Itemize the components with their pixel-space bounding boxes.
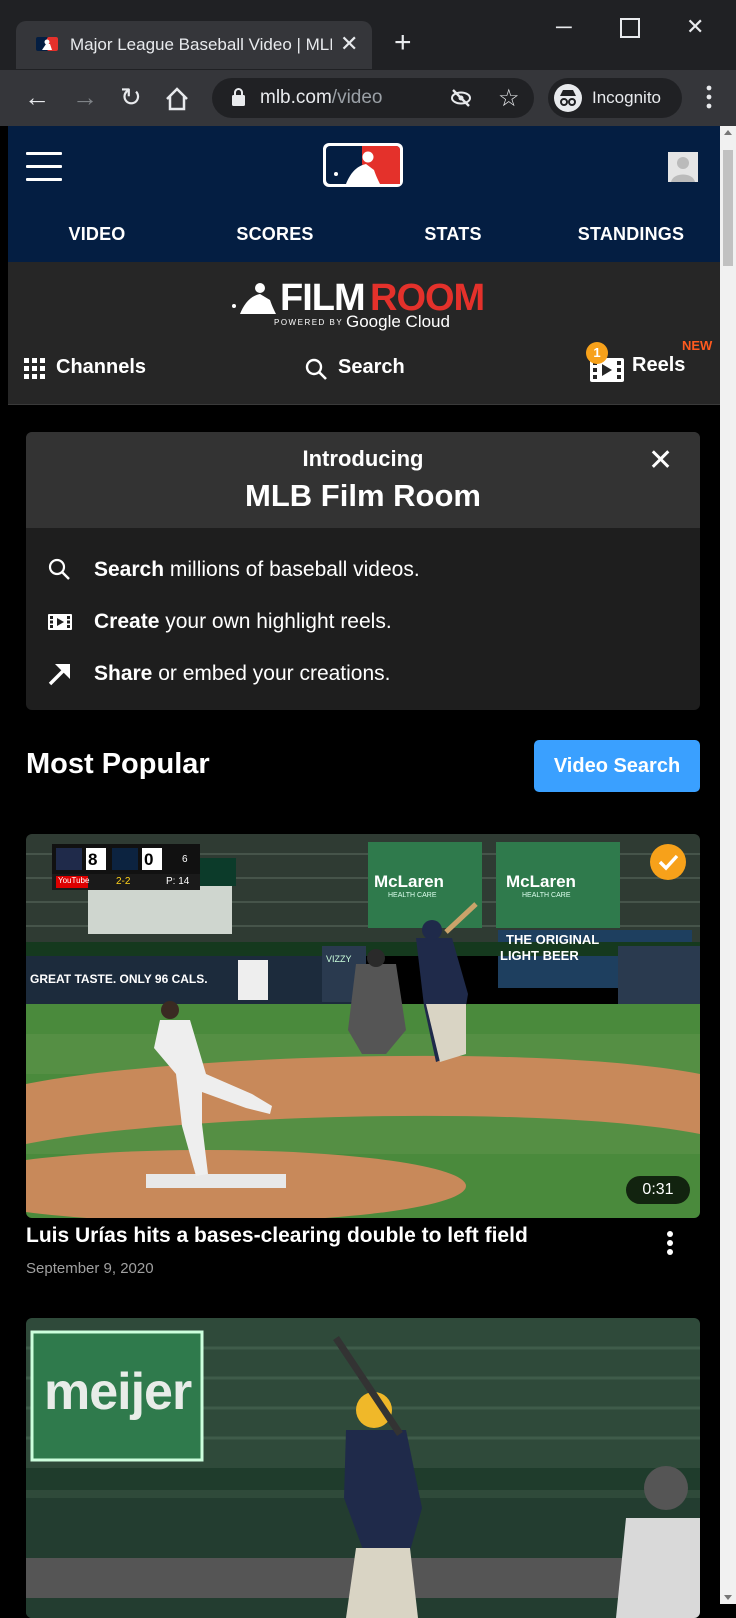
intro-close-icon[interactable]: ✕	[648, 446, 673, 476]
channels-label: Channels	[56, 356, 147, 378]
mlb-header: VIDEO SCORES STATS STANDINGS	[8, 126, 720, 262]
reload-icon[interactable]: ↻	[120, 83, 142, 111]
intro-subtitle: Introducing	[302, 446, 424, 471]
tab-title: Major League Baseball Video | MLB	[70, 35, 332, 54]
film-icon	[48, 614, 72, 630]
feature-create-bold: Create	[94, 610, 160, 633]
back-icon[interactable]: ←	[24, 83, 50, 111]
filmroom-header: FILM ROOM POWERED BY Google Cloud Channe…	[8, 262, 720, 405]
mlb-batter-icon	[232, 283, 276, 314]
filmroom-logo[interactable]: FILM ROOM POWERED BY Google Cloud	[230, 278, 500, 334]
intro-panel: Introducing MLB Film Room ✕ Search milli…	[26, 432, 700, 710]
feature-share-text: or embed your creations.	[152, 662, 391, 685]
reels-count-badge: 1	[586, 342, 608, 364]
video-date: September 9, 2020	[26, 1260, 154, 1277]
original-text: THE ORIGINAL	[506, 932, 600, 947]
scorebug-home-runs: 0	[144, 850, 154, 869]
video-thumbnail-2[interactable]: meijer	[26, 1318, 700, 1618]
browser-toolbar: ← → ↻ mlb.com/video ☆ Incognito	[0, 70, 736, 126]
search-icon	[48, 558, 70, 580]
video-duration: 0:31	[626, 1176, 690, 1204]
mclaren-sign-2: McLaren	[506, 872, 576, 891]
window-close-icon[interactable]: ✕	[686, 14, 704, 40]
incognito-icon	[554, 84, 582, 112]
bookmark-star-icon[interactable]: ☆	[498, 84, 520, 113]
video-thumbnail-image	[26, 834, 700, 1218]
health-care-text-2: HEALTH CARE	[522, 892, 571, 899]
scorebug-network: YouTube	[58, 876, 90, 885]
intro-title: MLB Film Room	[245, 478, 481, 513]
tab-close-icon[interactable]: ✕	[340, 31, 358, 57]
video-search-button[interactable]: Video Search	[534, 740, 700, 792]
intro-header: Introducing MLB Film Room ✕	[26, 432, 700, 528]
share-arrow-icon	[48, 664, 70, 686]
tracking-blocked-icon[interactable]	[450, 87, 472, 109]
scroll-up-icon[interactable]	[724, 130, 732, 135]
reels-label: Reels	[632, 354, 686, 376]
scorebug-inning: 6	[182, 854, 188, 865]
reels-new-badge: NEW	[682, 338, 713, 353]
hamburger-menu-icon[interactable]	[26, 152, 62, 181]
scrollbar-thumb[interactable]	[723, 150, 733, 266]
google-cloud-text: Google Cloud	[346, 312, 450, 331]
forward-icon[interactable]: →	[72, 83, 98, 111]
incognito-indicator[interactable]: Incognito	[548, 78, 682, 118]
maximize-icon[interactable]	[620, 18, 640, 38]
most-popular-heading: Most Popular	[26, 748, 210, 780]
nav-standings[interactable]: STANDINGS	[542, 224, 720, 245]
vizzy-text: VIZZY	[326, 954, 352, 964]
powered-by-text: POWERED BY	[274, 318, 344, 327]
nav-video[interactable]: VIDEO	[8, 224, 186, 245]
url-text: mlb.com/video	[260, 87, 383, 108]
watched-check-icon	[650, 844, 686, 880]
nav-scores[interactable]: SCORES	[186, 224, 364, 245]
health-care-text-1: HEALTH CARE	[388, 892, 437, 899]
user-avatar-icon[interactable]	[668, 152, 698, 182]
search-label: Search	[338, 356, 405, 378]
nav-stats[interactable]: STATS	[364, 224, 542, 245]
scroll-down-icon[interactable]	[724, 1595, 732, 1600]
great-taste-text: GREAT TASTE. ONLY 96 CALS.	[30, 972, 208, 986]
minimize-icon[interactable]: ─	[556, 14, 572, 40]
light-beer-text: LIGHT BEER	[500, 948, 579, 963]
feature-search-text: millions of baseball videos.	[164, 558, 420, 581]
home-icon[interactable]	[164, 86, 190, 112]
video-more-options-icon[interactable]	[666, 1230, 674, 1256]
mclaren-sign-1: McLaren	[374, 872, 444, 891]
video-title[interactable]: Luis Urías hits a bases-clearing double …	[26, 1224, 528, 1248]
scorebug-away-runs: 8	[88, 850, 98, 869]
browser-tab[interactable]: Major League Baseball Video | MLB ✕	[16, 21, 372, 69]
browser-menu-icon[interactable]	[706, 84, 712, 110]
feature-create-text: your own highlight reels.	[159, 610, 392, 633]
feature-share-bold: Share	[94, 662, 153, 685]
feature-search-bold: Search	[94, 558, 165, 581]
meijer-sign: meijer	[44, 1363, 192, 1421]
mlb-favicon-icon	[36, 37, 58, 51]
new-tab-button[interactable]: +	[394, 28, 412, 58]
address-bar[interactable]: mlb.com/video ☆	[212, 78, 534, 118]
scorebug-pitches: P: 14	[166, 876, 190, 887]
page-scrollbar[interactable]	[720, 126, 736, 1604]
mlb-logo-icon[interactable]	[322, 142, 404, 188]
search-icon	[305, 358, 327, 380]
incognito-label: Incognito	[592, 88, 661, 107]
grid-icon	[24, 358, 45, 379]
scorebug-count: 2-2	[116, 876, 131, 887]
lock-icon	[232, 88, 245, 106]
video-thumbnail[interactable]: 8 0 6 YouTube 2-2 P: 14 McLaren HEALTH C…	[26, 834, 700, 1218]
main-nav: VIDEO SCORES STATS STANDINGS	[8, 224, 720, 245]
